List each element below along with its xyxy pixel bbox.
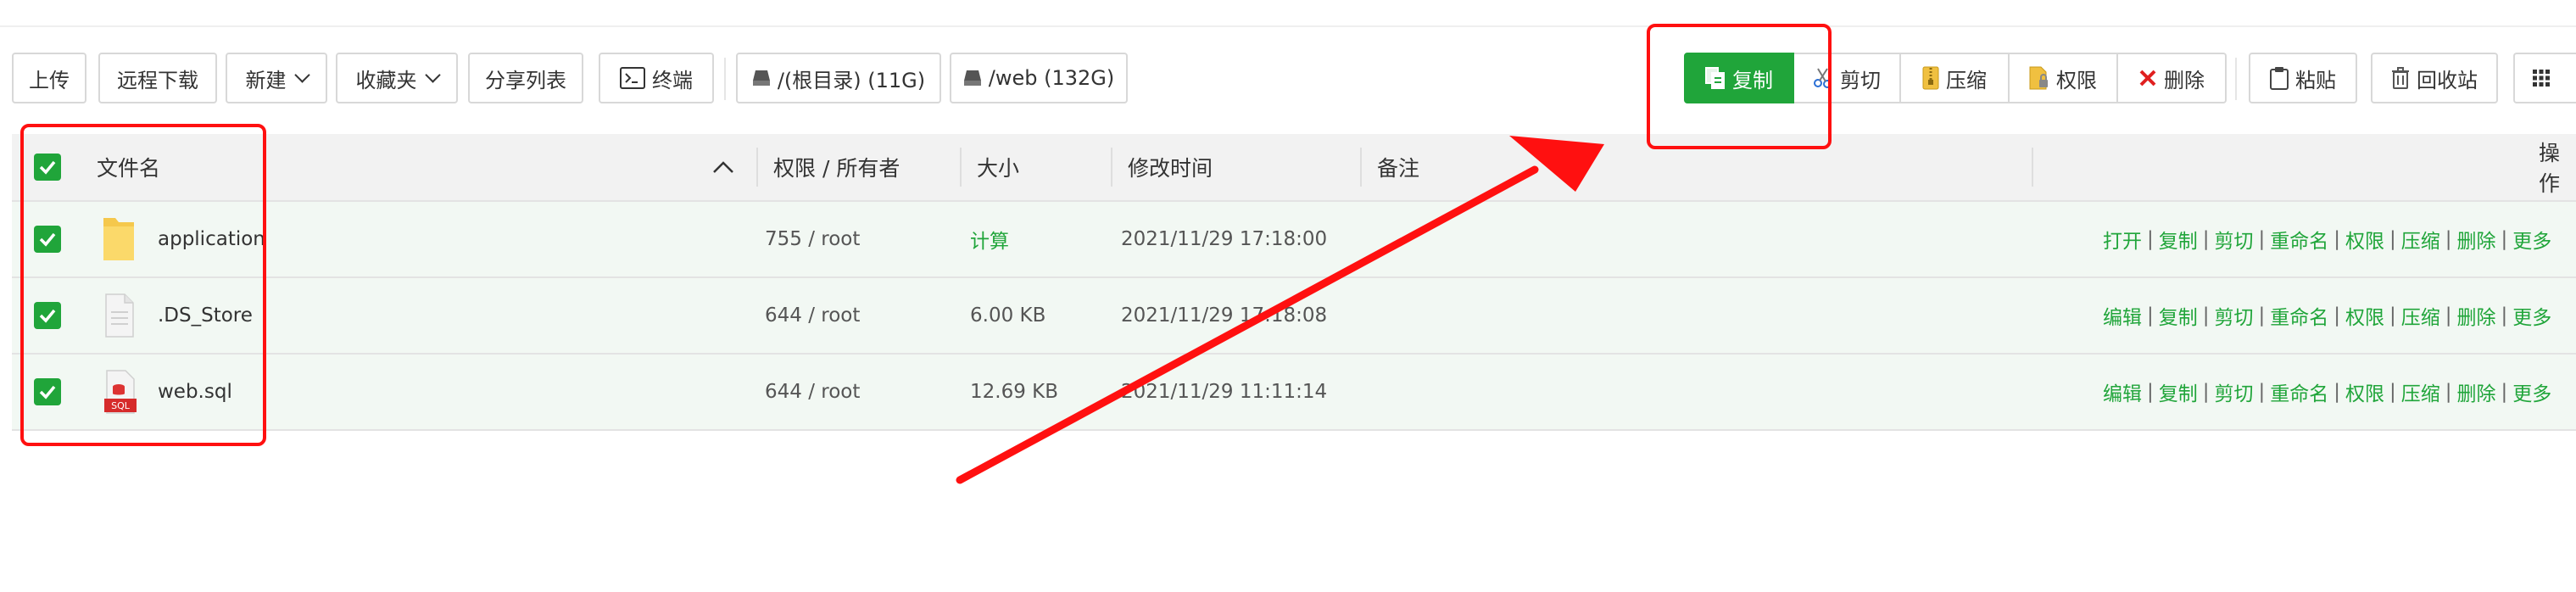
annotation-arrow-icon <box>956 136 1604 484</box>
